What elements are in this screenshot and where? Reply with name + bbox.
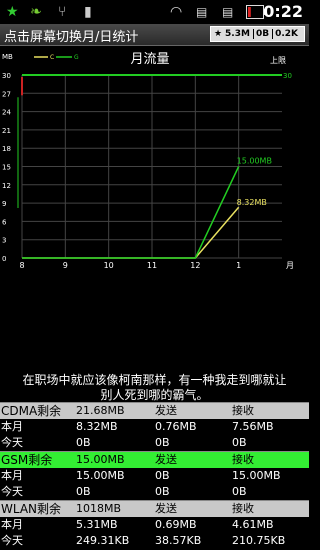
section-name: CDMA剩余 [1, 404, 62, 418]
section-send-header: 发送 [155, 404, 177, 417]
x-tick-label: 9 [63, 261, 68, 270]
section-name: GSM剩余 [1, 453, 53, 467]
series-line-c [22, 206, 240, 259]
y-tick-label: 12 [2, 182, 11, 190]
limit-value-label: 30 [283, 72, 292, 80]
row-label: 今天 [1, 534, 23, 547]
section-name: WLAN剩余 [1, 502, 62, 516]
x-tick-label: 10 [104, 261, 114, 270]
row-recv: 0B [232, 436, 247, 449]
row-send: 0B [155, 485, 170, 498]
data-label-c: 8.32MB [237, 198, 267, 207]
row-recv: 210.75KB [232, 534, 286, 547]
row-label: 本月 [1, 518, 23, 531]
x-tick-label: 8 [19, 261, 24, 270]
signal-icon: ▤ [222, 5, 234, 19]
row-total: 8.32MB [76, 420, 118, 433]
y-tick-label: 21 [2, 127, 11, 135]
traffic-table: CDMA剩余 21.68MB 发送 接收 本月 8.32MB 0.76MB 7.56MB 今天 0… [0, 402, 309, 549]
table-row: 今天 249.31KB 38.57KB 210.75KB [0, 533, 309, 549]
legend-label-c: C [50, 54, 54, 61]
section-recv-header: 接收 [232, 404, 254, 417]
row-send: 0.76MB [155, 420, 197, 433]
table-row: 本月 5.31MB 0.69MB 4.61MB [0, 517, 309, 533]
x-axis-label: 月 [286, 261, 294, 270]
monthly-traffic-chart[interactable]: 0 3 6 9 12 15 18 21 24 27 30 8 9 10 11 12 1 月 MB C G 月流量 上限 30 1… [0, 47, 309, 277]
section-recv-header: 接收 [232, 502, 254, 515]
section-recv-header: 接收 [232, 453, 254, 466]
row-send: 38.57KB [155, 534, 202, 547]
title-bar[interactable]: 点击屏幕切换月/日统计 ★ 5.3M 0B 0.2K [0, 24, 309, 46]
row-total: 15.00MB [76, 469, 125, 482]
y-tick-label: 0 [2, 255, 6, 263]
y-tick-label: 24 [2, 109, 11, 117]
section-remaining: 15.00MB [76, 453, 125, 466]
star-icon: ★ [6, 4, 19, 20]
row-total: 0B [76, 436, 91, 449]
row-label: 本月 [1, 469, 23, 482]
row-send: 0.69MB [155, 518, 197, 531]
y-tick-label: 9 [2, 200, 6, 208]
section-send-header: 发送 [155, 502, 177, 515]
y-tick-label: 15 [2, 164, 11, 172]
y-tick-label: 18 [2, 145, 11, 153]
row-send: 0B [155, 469, 170, 482]
row-label: 今天 [1, 436, 23, 449]
row-recv: 4.61MB [232, 518, 274, 531]
signal-icon: ▤ [196, 5, 208, 19]
usb-icon: ⑂ [58, 4, 67, 20]
leaf-icon: ❧ [30, 4, 42, 20]
row-total: 0B [76, 485, 91, 498]
chart-title: 月流量 [130, 52, 169, 67]
table-row: 今天 0B 0B 0B [0, 435, 309, 451]
y-tick-label: 30 [2, 72, 11, 80]
legend-label-g: G [74, 54, 79, 61]
y-tick-label: 27 [2, 90, 11, 98]
row-total: 249.31KB [76, 534, 130, 547]
table-row: 本月 8.32MB 0.76MB 7.56MB [0, 419, 309, 435]
section-header: CDMA剩余 21.68MB 发送 接收 [0, 402, 309, 419]
y-tick-label: 6 [2, 218, 7, 226]
clock: 0:22 [263, 2, 303, 21]
section-header: GSM剩余 15.00MB 发送 接收 [0, 451, 309, 468]
section-remaining: 21.68MB [76, 404, 125, 417]
limit-label: 上限 [270, 56, 286, 65]
y-tick-label: 3 [2, 237, 6, 245]
y-axis-label: MB [2, 53, 13, 61]
row-recv: 15.00MB [232, 469, 281, 482]
quote-text: 在职场中就应该像柯南那样，有一种我走到哪就让 别人死到哪的霸气。 [22, 373, 287, 402]
section-header: WLAN剩余 1018MB 发送 接收 [0, 500, 309, 517]
table-row: 今天 0B 0B 0B [0, 484, 309, 500]
x-tick-label: 1 [236, 261, 241, 270]
row-label: 今天 [1, 485, 23, 498]
app-title: 点击屏幕切换月/日统计 [4, 30, 139, 45]
section-send-header: 发送 [155, 453, 177, 466]
row-recv: 0B [232, 485, 247, 498]
status-bar: ★ ❧ ⑂ ▮ ◠ ▤ ▤ 0:22 [0, 0, 309, 24]
traffic-badge: ★ 5.3M 0B 0.2K [209, 26, 305, 42]
table-row: 本月 15.00MB 0B 15.00MB [0, 468, 309, 484]
row-recv: 7.56MB [232, 420, 274, 433]
chart-svg: 0 3 6 9 12 15 18 21 24 27 30 8 9 10 11 12 1 月 MB C G 月流量 上限 30 1… [2, 52, 294, 270]
x-tick-label: 11 [147, 261, 157, 270]
wifi-icon: ◠ [170, 4, 183, 20]
row-label: 本月 [1, 420, 23, 433]
row-send: 0B [155, 436, 170, 449]
section-remaining: 1018MB [76, 502, 122, 515]
x-tick-label: 12 [190, 261, 200, 270]
data-label-g: 15.00MB [237, 157, 272, 166]
sd-card-icon: ▮ [84, 4, 92, 20]
row-total: 5.31MB [76, 518, 118, 531]
